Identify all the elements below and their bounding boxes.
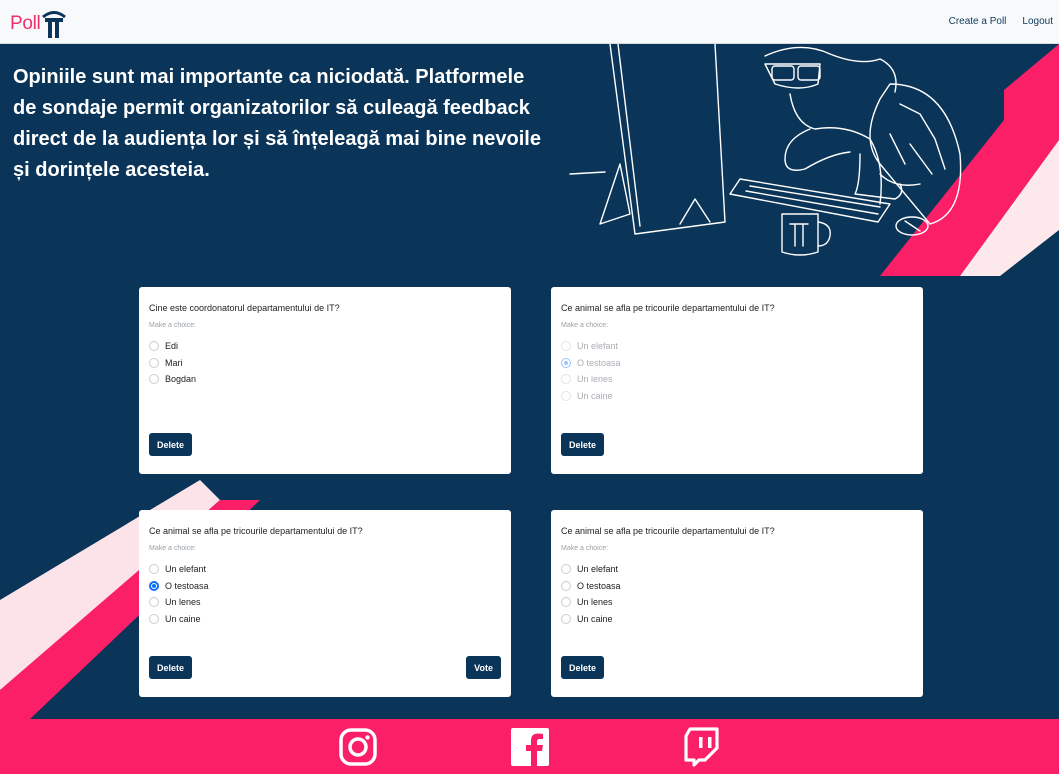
nav-links: Create a Poll Logout [949,16,1053,27]
delete-button[interactable]: Delete [149,433,193,456]
delete-button[interactable]: Delete [561,433,605,456]
option-label: Un caine [577,613,613,624]
option-label: Un lenes [577,597,613,608]
radio-button[interactable] [149,564,159,575]
poll-card-4: Ce animal se afla pe tricourile departam… [551,510,923,697]
poll-option[interactable]: O testoasa [149,578,501,595]
instagram-icon[interactable] [338,727,378,767]
option-label: Un elefant [165,564,207,575]
radio-button-selected [561,357,571,368]
poll-option[interactable]: Un lenes [561,594,913,611]
poll-card-1: Cine este coordonatorul departamentului … [139,287,511,474]
twitch-icon[interactable] [684,727,720,767]
option-label: Un lenes [577,374,613,385]
radio-button[interactable] [149,597,159,608]
facebook-icon[interactable] [510,727,550,767]
delete-button[interactable]: Delete [561,656,605,679]
poll-question: Ce animal se afla pe tricourile departam… [561,303,775,313]
poll-question: Cine este coordonatorul departamentului … [149,303,340,313]
poll-option[interactable]: Un caine [561,611,913,628]
radio-button[interactable] [149,357,159,368]
radio-button [561,341,571,352]
hero-heading: Opiniile sunt mai importante ca niciodat… [13,66,541,181]
delete-button[interactable]: Delete [149,656,193,679]
poll-option[interactable]: Un elefant [149,561,501,578]
poll-hint: Make a choice: [149,322,197,329]
logo-it-mark [40,8,68,40]
radio-button[interactable] [561,613,571,624]
poll-option[interactable]: Mari [149,355,501,372]
radio-button[interactable] [561,597,571,608]
radio-button[interactable] [561,564,571,575]
footer [0,719,1059,774]
create-poll-link[interactable]: Create a Poll [949,16,1007,27]
radio-button [561,390,571,401]
poll-option[interactable]: Edi [149,338,501,355]
poll-hint: Make a choice: [561,545,609,552]
radio-button[interactable] [561,580,571,591]
poll-option: Un elefant [561,338,913,355]
poll-option: Un caine [561,388,913,405]
poll-option[interactable]: Un elefant [561,561,913,578]
option-label: O testoasa [577,580,621,591]
poll-card-3: Ce animal se afla pe tricourile departam… [139,510,511,697]
option-label: O testoasa [577,357,621,368]
top-navbar: Poll Create a Poll Logout [0,0,1059,44]
option-label: Un lenes [165,597,201,608]
option-label: O testoasa [165,580,209,591]
logout-link[interactable]: Logout [1022,16,1053,27]
radio-button[interactable] [149,613,159,624]
option-label: Mari [165,357,183,368]
turtle-computer-illustration [569,44,962,256]
radio-button-selected[interactable] [149,580,159,591]
poll-option[interactable]: O testoasa [561,578,913,595]
poll-it-logo[interactable]: Poll [10,4,68,40]
radio-button[interactable] [149,374,159,385]
option-label: Un caine [165,613,201,624]
option-label: Edi [165,341,179,352]
poll-hint: Make a choice: [561,322,609,329]
option-label: Un caine [577,390,613,401]
vote-button[interactable]: Vote [466,656,501,679]
logo-poll-text: Poll [10,12,41,34]
poll-option[interactable]: Bogdan [149,371,501,388]
option-label: Un elefant [577,564,619,575]
poll-option[interactable]: Un lenes [149,594,501,611]
poll-question: Ce animal se afla pe tricourile departam… [561,526,775,536]
poll-option: O testoasa [561,355,913,372]
poll-option[interactable]: Un caine [149,611,501,628]
poll-option: Un lenes [561,371,913,388]
radio-button[interactable] [149,341,159,352]
option-label: Un elefant [577,341,619,352]
poll-question: Ce animal se afla pe tricourile departam… [149,526,363,536]
poll-card-2: Ce animal se afla pe tricourile departam… [551,287,923,474]
radio-button [561,374,571,385]
option-label: Bogdan [165,374,197,385]
poll-hint: Make a choice: [149,545,197,552]
